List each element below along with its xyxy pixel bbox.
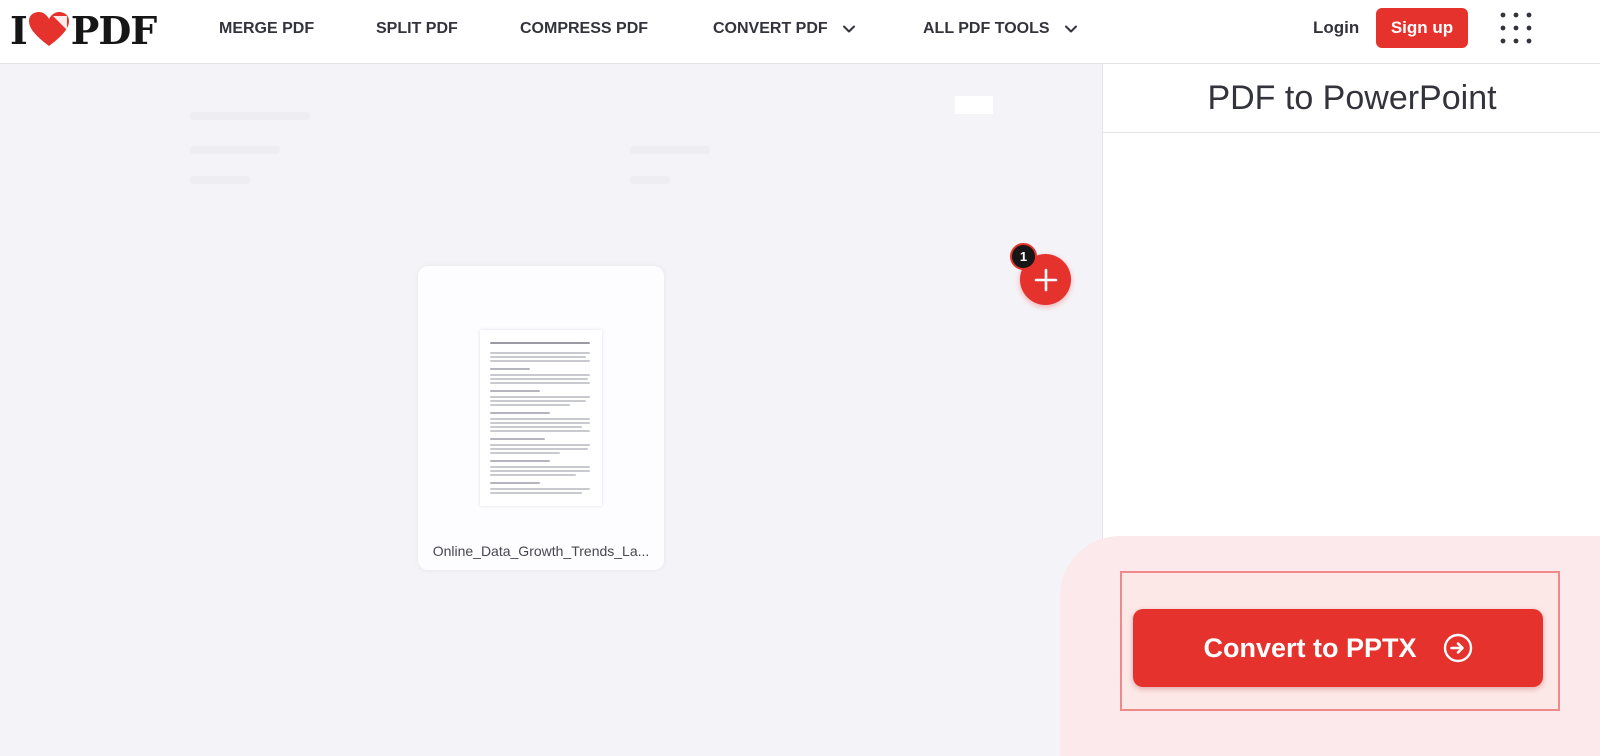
file-workspace: Online_Data_Growth_Trends_La... 1 bbox=[0, 64, 1102, 731]
top-navigation: I PDF MERGE PDF SPLIT PDF COMPRESS PDF C… bbox=[0, 0, 1600, 64]
nav-convert-pdf-label: CONVERT PDF bbox=[713, 20, 828, 37]
nav-all-pdf-tools-label: ALL PDF TOOLS bbox=[923, 20, 1050, 37]
ilovepdf-logo[interactable]: I PDF bbox=[10, 7, 158, 53]
background-decoration bbox=[955, 96, 993, 114]
nav-all-pdf-tools[interactable]: ALL PDF TOOLS bbox=[923, 18, 1078, 40]
login-link[interactable]: Login bbox=[1313, 18, 1359, 38]
background-decoration bbox=[630, 146, 710, 154]
nav-split-pdf-label: SPLIT PDF bbox=[376, 20, 458, 37]
apps-grid-icon[interactable] bbox=[1500, 12, 1532, 44]
convert-to-pptx-button[interactable]: Convert to PPTX bbox=[1133, 609, 1543, 687]
chevron-down-icon bbox=[1064, 25, 1077, 33]
nav-compress-pdf-label: COMPRESS PDF bbox=[520, 20, 649, 37]
nav-merge-pdf-label: MERGE PDF bbox=[219, 20, 315, 37]
file-card[interactable]: Online_Data_Growth_Trends_La... bbox=[418, 266, 664, 570]
arrow-right-circle-icon bbox=[1443, 633, 1472, 663]
nav-compress-pdf[interactable]: COMPRESS PDF bbox=[520, 18, 648, 40]
nav-merge-pdf[interactable]: MERGE PDF bbox=[219, 18, 314, 40]
nav-split-pdf[interactable]: SPLIT PDF bbox=[376, 18, 458, 40]
nav-convert-pdf[interactable]: CONVERT PDF bbox=[713, 18, 856, 40]
convert-button-label: Convert to PPTX bbox=[1203, 632, 1417, 663]
background-decoration bbox=[190, 112, 310, 120]
file-count-badge: 1 bbox=[1010, 243, 1037, 270]
tool-title: PDF to PowerPoint bbox=[1103, 64, 1600, 133]
signup-button-label: Sign up bbox=[1390, 18, 1454, 37]
heart-icon bbox=[28, 12, 69, 46]
chevron-down-icon bbox=[842, 25, 855, 33]
file-name: Online_Data_Growth_Trends_La... bbox=[432, 543, 650, 559]
pdf-thumbnail bbox=[480, 330, 602, 506]
tool-title-text: PDF to PowerPoint bbox=[1207, 78, 1497, 117]
background-decoration bbox=[190, 146, 280, 154]
background-decoration bbox=[190, 176, 250, 184]
logo-letters-pdf: PDF bbox=[70, 7, 158, 53]
logo-letter-i: I bbox=[10, 7, 28, 53]
background-decoration bbox=[630, 176, 670, 184]
signup-button[interactable]: Sign up bbox=[1376, 8, 1468, 48]
plus-icon bbox=[1034, 268, 1057, 291]
